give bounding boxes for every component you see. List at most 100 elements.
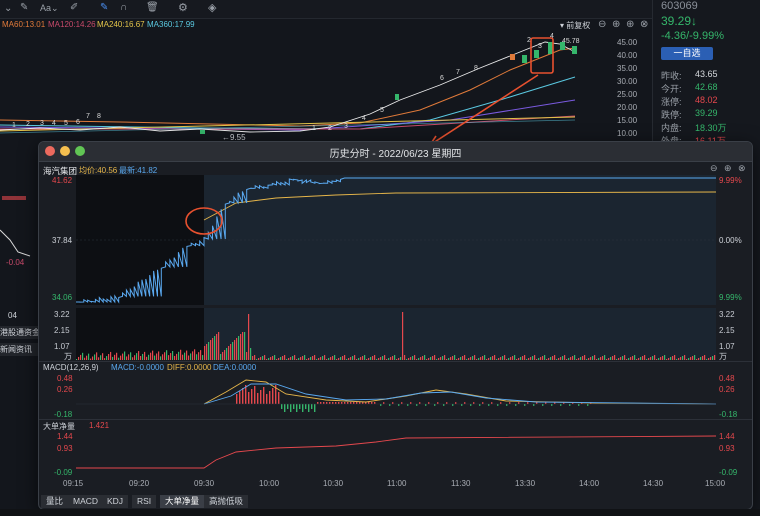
volume-bar <box>526 359 528 360</box>
macd-bar <box>314 404 316 412</box>
volume-bar <box>194 349 196 360</box>
volume-bar <box>306 359 308 360</box>
volume-bar <box>346 359 348 360</box>
news-link[interactable]: 新闻资讯 <box>0 343 38 356</box>
tab-macd[interactable]: MACD <box>68 495 105 508</box>
add-watchlist-button[interactable]: 一自选 <box>661 47 713 60</box>
macd-bar <box>236 394 238 404</box>
tab-kdj[interactable]: KDJ <box>102 495 130 508</box>
svg-text:4: 4 <box>362 115 366 122</box>
volume-bar <box>644 355 646 360</box>
tab-volume-ratio[interactable]: 量比 <box>41 495 70 508</box>
macd-chart <box>76 372 716 418</box>
quote-label: 昨收: <box>661 71 682 81</box>
pen-icon[interactable]: ✎ <box>20 2 28 13</box>
bigorder-tick-left: 0.93 <box>57 444 73 453</box>
volume-bar <box>242 332 244 360</box>
volume-bar <box>104 358 106 360</box>
svg-text:1: 1 <box>312 125 316 132</box>
bigorder-tick-right: 0.93 <box>719 444 735 453</box>
tab-big-order[interactable]: 大单净量 <box>160 495 206 508</box>
volume-bar <box>296 359 298 360</box>
volume-bar <box>82 352 84 360</box>
volume-bar <box>484 355 486 360</box>
time-tick: 15:00 <box>705 479 726 488</box>
volume-bar <box>320 357 322 360</box>
svg-text:5: 5 <box>380 107 384 114</box>
volume-bar <box>598 358 600 360</box>
volume-bar <box>90 358 92 360</box>
volume-chart <box>76 308 716 360</box>
volume-bar <box>172 351 174 360</box>
zoom-in-icon[interactable]: ⊕ <box>724 163 732 174</box>
zoom-out-icon[interactable]: ⊖ <box>710 163 718 174</box>
hk-connect-link[interactable]: 港股通资金 <box>0 326 40 339</box>
volume-bar <box>394 355 396 360</box>
volume-bar <box>230 344 232 360</box>
volume-bar <box>158 351 160 360</box>
volume-bar <box>520 357 522 360</box>
volume-bar <box>350 357 352 360</box>
svg-text:6: 6 <box>76 119 80 126</box>
volume-bar <box>324 355 326 360</box>
volume-bar <box>440 357 442 360</box>
chevron-down-icon[interactable]: ⌄ <box>4 3 12 14</box>
volume-bar <box>482 356 484 360</box>
close-panel-icon[interactable]: ⊗ <box>738 163 746 174</box>
volume-bar <box>164 352 166 360</box>
quote-label: 涨停: <box>661 97 682 107</box>
volume-bar <box>274 355 276 360</box>
price-tick-right: 9.99% <box>719 176 742 185</box>
volume-bar <box>434 355 436 360</box>
macd-title: MACD(12,26,9) <box>43 363 99 372</box>
trash-icon[interactable]: 🗑 <box>146 2 159 13</box>
volume-bar <box>504 355 506 360</box>
volume-bar <box>384 355 386 360</box>
volume-bar <box>714 355 716 360</box>
volume-bar <box>496 359 498 360</box>
volume-bar <box>116 352 118 360</box>
svg-text:2: 2 <box>26 121 30 128</box>
highlight-icon[interactable]: ✎ <box>100 2 108 13</box>
macd-bar <box>272 388 274 404</box>
volume-bar <box>404 355 406 360</box>
layers-icon[interactable]: ◈ <box>208 1 216 14</box>
volume-bar <box>706 359 708 360</box>
macd-tick-right: 0.26 <box>719 385 735 394</box>
status-bar <box>0 509 760 516</box>
macd-bar <box>296 404 298 412</box>
svg-text:5: 5 <box>64 120 68 127</box>
volume-bar <box>586 359 588 360</box>
volume-bar <box>366 359 368 360</box>
volume-bar <box>450 357 452 360</box>
volume-bar <box>266 359 268 360</box>
macd-tick-right: 0.48 <box>719 374 735 383</box>
maximize-icon[interactable]: ⊕ <box>626 19 634 30</box>
macd-bar <box>251 389 253 404</box>
volume-bar <box>376 359 378 360</box>
tab-rsi[interactable]: RSI <box>132 495 158 508</box>
zoom-out-icon[interactable]: ⊖ <box>598 19 606 30</box>
volume-bar <box>454 355 456 360</box>
tab-high-low[interactable]: 高抛低吸 <box>204 495 250 508</box>
volume-bar <box>250 348 252 360</box>
magnet-icon[interactable]: ∩ <box>120 2 127 13</box>
macd-value: MACD:-0.0000 <box>111 363 164 372</box>
svg-text:3: 3 <box>538 43 542 50</box>
volume-bar <box>638 358 640 360</box>
dialog-titlebar[interactable]: 历史分时 - 2022/06/23 星期四 <box>39 142 752 162</box>
volume-bar <box>126 356 128 360</box>
volume-bar <box>302 356 304 360</box>
time-tick: 09:15 <box>63 479 84 488</box>
price-tick-left: 41.62 <box>52 176 73 185</box>
volume-bar <box>490 357 492 360</box>
close-icon[interactable]: ⊗ <box>640 19 648 30</box>
volume-bar <box>476 359 478 360</box>
font-icon[interactable]: Aa⌄ <box>40 3 59 14</box>
volume-bar <box>284 355 286 360</box>
volume-bar <box>360 357 362 360</box>
volume-bar <box>562 356 564 360</box>
gear-icon[interactable]: ⚙ <box>178 1 188 14</box>
brush-icon[interactable]: ✐ <box>70 2 78 13</box>
zoom-in-icon[interactable]: ⊕ <box>612 19 620 30</box>
